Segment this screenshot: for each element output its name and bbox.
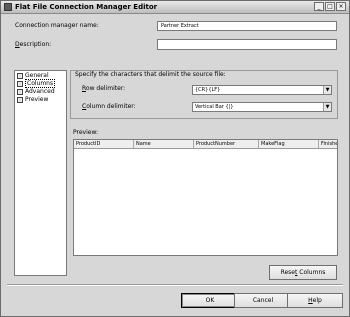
row-delimiter-select[interactable]: {CR}{LF} ▼: [192, 85, 332, 95]
preview-grid[interactable]: ProductID Name ProductNumber MakeFlag Fi…: [73, 139, 338, 256]
dialog-window: Flat File Connection Manager Editor _ □ …: [0, 0, 350, 317]
window-title: Flat File Connection Manager Editor: [15, 3, 158, 11]
description-label-rest: escription:: [19, 41, 52, 48]
columns-icon: [17, 81, 23, 87]
ok-button[interactable]: OK: [181, 293, 239, 308]
description-label: Description:: [15, 41, 51, 49]
preview-label: Preview:: [73, 129, 99, 136]
cancel-button[interactable]: Cancel: [234, 293, 292, 308]
help-button[interactable]: Help: [287, 293, 343, 308]
app-icon: [4, 3, 12, 11]
column-delimiter-select[interactable]: Vertical Bar {|} ▼: [192, 102, 332, 112]
nav-item-general-label: General: [25, 72, 49, 79]
connection-name-label: Connection manager name:: [15, 22, 99, 30]
connection-name-label-text: Connection manager name:: [15, 22, 99, 29]
description-input[interactable]: [157, 39, 337, 50]
preview-column-header[interactable]: MakeFlag: [259, 140, 319, 148]
chevron-down-icon[interactable]: ▼: [323, 103, 331, 111]
column-delimiter-label: Column delimiter:: [82, 103, 136, 111]
column-delimiter-label-rest: olumn delimiter:: [86, 103, 136, 110]
nav-item-advanced-label: Advanced: [25, 88, 55, 95]
nav-item-columns-label: Columns: [25, 79, 56, 88]
preview-header-row: ProductID Name ProductNumber MakeFlag Fi…: [74, 140, 337, 149]
preview-column-header[interactable]: ProductID: [74, 140, 134, 148]
reset-columns-pre: Rese: [280, 269, 296, 276]
title-bar: Flat File Connection Manager Editor _ □ …: [1, 1, 349, 14]
footer-separator: [7, 284, 343, 286]
preview-icon: [17, 97, 23, 103]
chevron-down-icon[interactable]: ▼: [323, 86, 331, 94]
preview-column-header[interactable]: Finishe: [319, 140, 337, 148]
nav-item-preview-label: Preview: [25, 96, 49, 103]
minimize-button[interactable]: _: [314, 2, 324, 11]
column-delimiter-value: Vertical Bar {|}: [195, 104, 234, 110]
close-button[interactable]: ×: [336, 2, 346, 11]
general-icon: [17, 73, 23, 79]
row-delimiter-label-rest: ow delimiter:: [85, 85, 126, 92]
row-delimiter-label: Row delimiter:: [82, 85, 125, 93]
advanced-icon: [17, 89, 23, 95]
page-list: General Columns Advanced Preview: [14, 70, 67, 276]
row-delimiter-value: {CR}{LF}: [195, 87, 221, 93]
maximize-button[interactable]: □: [325, 2, 335, 11]
reset-columns-button[interactable]: Reset Columns: [269, 265, 337, 280]
connection-name-input[interactable]: Partner Extract: [157, 21, 337, 31]
nav-item-advanced[interactable]: Advanced: [17, 88, 55, 96]
help-rest: elp: [312, 297, 322, 304]
preview-column-header[interactable]: ProductNumber: [194, 140, 259, 148]
reset-columns-post: Columns: [297, 269, 326, 276]
nav-item-columns[interactable]: Columns: [17, 79, 56, 88]
delimiter-group-label: Specify the characters that delimit the …: [75, 71, 226, 78]
nav-item-preview[interactable]: Preview: [17, 96, 48, 104]
preview-column-header[interactable]: Name: [134, 140, 194, 148]
